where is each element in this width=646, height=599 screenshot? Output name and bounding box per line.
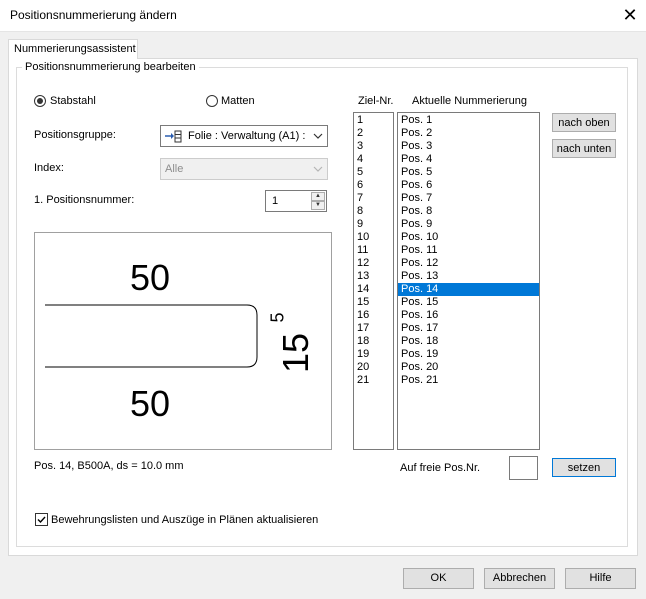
preview-side-value: 15 [275, 332, 316, 373]
list-item[interactable]: Pos. 7 [398, 192, 539, 205]
list-item[interactable]: 10 [354, 231, 393, 244]
window-title: Positionsnummerierung ändern [10, 8, 177, 22]
aktualisieren-checkbox[interactable] [35, 513, 48, 526]
positionsnummer-label: 1. Positionsnummer: [34, 194, 135, 206]
list-item[interactable]: Pos. 11 [398, 244, 539, 257]
selection-info: Pos. 14, B500A, ds = 10.0 mm [34, 460, 184, 472]
positionsnummer-stepper[interactable]: 1 ▲ ▼ [265, 190, 327, 212]
list-item[interactable]: Pos. 3 [398, 140, 539, 153]
list-item[interactable]: 6 [354, 179, 393, 192]
list-item[interactable]: 7 [354, 192, 393, 205]
radio-stabstahl[interactable] [34, 95, 46, 107]
groupbox-label: Positionsnummerierung bearbeiten [22, 61, 199, 73]
close-icon[interactable]: ✕ [618, 4, 642, 26]
preview-side-superscript: 5 [267, 312, 288, 323]
freie-pos-input[interactable] [509, 456, 538, 480]
setzen-button[interactable]: setzen [552, 458, 616, 477]
nach-oben-button[interactable]: nach oben [552, 113, 616, 132]
list-item[interactable]: 21 [354, 374, 393, 387]
list-item[interactable]: 18 [354, 335, 393, 348]
spin-up-icon[interactable]: ▲ [311, 192, 325, 201]
aktuelle-nummerierung-list[interactable]: Pos. 1 Pos. 2 Pos. 3 Pos. 4 Pos. 5 Pos. 6 Pos.… [397, 112, 540, 450]
list-item[interactable]: Pos. 5 [398, 166, 539, 179]
list-item[interactable]: Pos. 1 [398, 114, 539, 127]
list-item[interactable]: 8 [354, 205, 393, 218]
list-item[interactable]: Pos. 12 [398, 257, 539, 270]
list-item[interactable]: 14 [354, 283, 393, 296]
preview-side-label: 15 5 [267, 312, 331, 373]
ziel-nr-list[interactable]: 1 2 3 4 5 6 7 8 9 10 11 12 13 14 15 16 17 18 19 20 21 [353, 112, 394, 450]
radio-matten-label: Matten [221, 95, 255, 107]
aktuelle-nummerierung-header: Aktuelle Nummerierung [412, 95, 527, 107]
freie-pos-label: Auf freie Pos.Nr. [400, 462, 481, 474]
list-item[interactable]: 12 [354, 257, 393, 270]
list-item[interactable]: Pos. 17 [398, 322, 539, 335]
list-item[interactable]: Pos. 15 [398, 296, 539, 309]
tab-nummerierungsassistent[interactable]: Nummerierungsassistent [8, 39, 138, 59]
list-item[interactable]: 13 [354, 270, 393, 283]
list-item[interactable]: 5 [354, 166, 393, 179]
chevron-down-icon [313, 133, 323, 139]
layer-icon [165, 130, 182, 143]
list-item[interactable]: 16 [354, 309, 393, 322]
positionsgruppe-combo[interactable]: Folie : Verwaltung (A1) : [160, 125, 328, 147]
nach-unten-button[interactable]: nach unten [552, 139, 616, 158]
index-combo[interactable]: Alle [160, 158, 328, 180]
list-item[interactable]: 2 [354, 127, 393, 140]
list-item[interactable]: Pos. 18 [398, 335, 539, 348]
list-item[interactable]: 11 [354, 244, 393, 257]
radio-stabstahl-label: Stabstahl [50, 95, 96, 107]
index-label: Index: [34, 162, 64, 174]
bar-shape-preview: 50 50 15 5 [34, 232, 332, 450]
list-item[interactable]: Pos. 8 [398, 205, 539, 218]
preview-bottom-value: 50 [130, 383, 171, 424]
list-item[interactable]: Pos. 20 [398, 361, 539, 374]
list-item[interactable]: 4 [354, 153, 393, 166]
list-item[interactable]: 15 [354, 296, 393, 309]
list-item[interactable]: Pos. 21 [398, 374, 539, 387]
index-value: Alle [165, 163, 184, 175]
list-item[interactable]: Pos. 9 [398, 218, 539, 231]
list-item[interactable]: 1 [354, 114, 393, 127]
list-item[interactable]: Pos. 6 [398, 179, 539, 192]
list-item[interactable]: 17 [354, 322, 393, 335]
list-item[interactable]: Pos. 14 [398, 283, 539, 296]
list-item[interactable]: 20 [354, 361, 393, 374]
list-item[interactable]: Pos. 10 [398, 231, 539, 244]
ziel-nr-header: Ziel-Nr. [358, 95, 394, 107]
list-item[interactable]: Pos. 16 [398, 309, 539, 322]
chevron-down-icon [313, 166, 323, 172]
positionsnummer-value: 1 [272, 195, 279, 207]
list-item[interactable]: Pos. 2 [398, 127, 539, 140]
abbrechen-button[interactable]: Abbrechen [484, 568, 555, 589]
list-item[interactable]: 3 [354, 140, 393, 153]
list-item[interactable]: Pos. 13 [398, 270, 539, 283]
positionsgruppe-value: Folie : Verwaltung (A1) : [188, 130, 306, 142]
checkmark-icon [37, 516, 46, 524]
hilfe-button[interactable]: Hilfe [565, 568, 636, 589]
list-item[interactable]: Pos. 19 [398, 348, 539, 361]
list-item[interactable]: 9 [354, 218, 393, 231]
list-item[interactable]: Pos. 4 [398, 153, 539, 166]
positionsgruppe-label: Positionsgruppe: [34, 129, 116, 141]
spin-down-icon[interactable]: ▼ [311, 201, 325, 210]
aktualisieren-checkbox-label: Bewehrungslisten und Auszüge in Plänen a… [51, 514, 319, 526]
ok-button[interactable]: OK [403, 568, 474, 589]
radio-matten[interactable] [206, 95, 218, 107]
list-item[interactable]: 19 [354, 348, 393, 361]
